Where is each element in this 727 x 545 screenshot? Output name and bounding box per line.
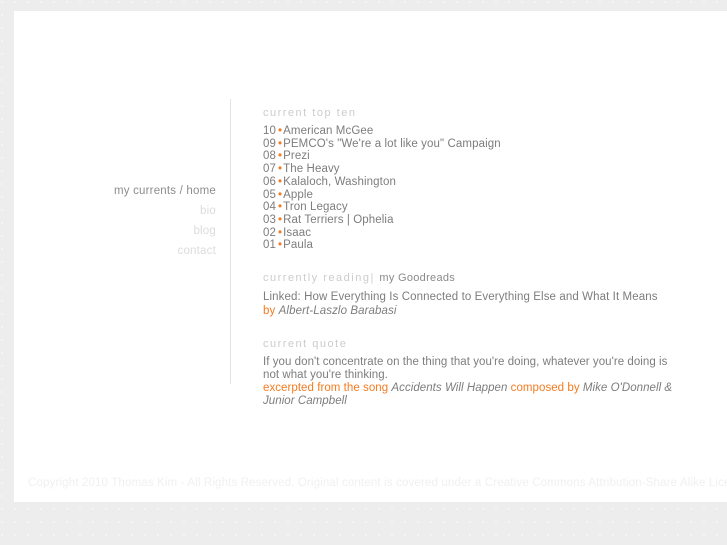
top-ten-list: 10 •American McGee 09 •PEMCO's "We're a lo…: [263, 125, 693, 252]
book-author-name: Albert-Laszlo Barabasi: [278, 305, 397, 318]
sidebar-item-home[interactable]: my currents / home: [54, 181, 216, 201]
sidebar-item-contact[interactable]: contact: [54, 241, 216, 261]
list-item: 02 •Isaac: [263, 227, 693, 240]
quote-credit-middle: composed by: [510, 381, 580, 394]
list-item-title: Prezi: [283, 150, 310, 163]
section-current-quote: current quote If you don't concentrate o…: [263, 337, 693, 408]
list-item-rank: 07: [263, 163, 276, 176]
list-item: 10 •American McGee: [263, 125, 693, 138]
list-item: 03 •Rat Terriers | Ophelia: [263, 214, 693, 227]
list-item-rank: 08: [263, 150, 276, 163]
vertical-divider: [230, 99, 231, 384]
footer-copyright: Copyright 2010 Thomas Kim - All Rights R…: [28, 477, 727, 489]
book-author-line: by Albert-Laszlo Barabasi: [263, 304, 693, 318]
quote-work-title: Accidents Will Happen: [391, 381, 508, 394]
list-item-rank: 09: [263, 137, 276, 150]
list-item-title: Apple: [283, 188, 314, 201]
quote-text: If you don't concentrate on the thing th…: [263, 356, 668, 381]
sidebar-item-blog[interactable]: blog: [54, 221, 216, 241]
list-item: 08 •Prezi: [263, 150, 693, 163]
list-item: 05 •Apple: [263, 189, 693, 202]
list-item-title: Paula: [283, 239, 314, 252]
sidebar-item-bio[interactable]: bio: [54, 201, 216, 221]
list-item-rank: 01: [263, 239, 276, 252]
list-item-rank: 03: [263, 213, 276, 226]
list-item: 09 •PEMCO's "We're a lot like you" Campai…: [263, 138, 693, 151]
book-title: Linked: How Everything Is Connected to E…: [263, 291, 658, 304]
quote-credit: excerpted from the song Accidents Will H…: [263, 382, 675, 408]
section-heading-current-quote: current quote: [263, 338, 348, 351]
main-navigation: my currents / home bio blog contact: [54, 181, 216, 261]
list-item-title: The Heavy: [283, 163, 340, 176]
section-heading-label: currently reading: [263, 272, 371, 285]
section-heading-top-ten: current top ten: [263, 107, 357, 119]
list-item-title: Rat Terriers | Ophelia: [283, 213, 394, 226]
list-item-title: Tron Legacy: [283, 201, 348, 214]
list-item: 01 •Paula: [263, 239, 693, 252]
list-item: 06 •Kalaloch, Washington: [263, 176, 693, 189]
list-item: 07 •The Heavy: [263, 163, 693, 176]
list-item-rank: 04: [263, 201, 276, 214]
list-item-rank: 05: [263, 188, 276, 201]
list-item-rank: 02: [263, 226, 276, 239]
list-item: 04 •Tron Legacy: [263, 201, 693, 214]
heading-separator: |: [370, 272, 375, 285]
main-content: current top ten 10 •American McGee 09 •PEM…: [263, 106, 693, 427]
list-item-rank: 10: [263, 125, 276, 137]
list-item-title: Kalaloch, Washington: [283, 175, 396, 188]
list-item-title: Isaac: [283, 226, 312, 239]
section-heading-currently-reading: currently reading| my Goodreads: [263, 271, 693, 286]
list-item-title: American McGee: [283, 125, 374, 137]
section-current-top-ten: current top ten 10 •American McGee 09 •PEM…: [263, 106, 693, 252]
section-currently-reading: currently reading| my Goodreads Linked: …: [263, 271, 693, 318]
content-card: my currents / home bio blog contact curr…: [14, 11, 727, 502]
list-item-rank: 06: [263, 175, 276, 188]
goodreads-link[interactable]: my Goodreads: [379, 272, 455, 284]
by-label: by: [263, 305, 276, 318]
quote-credit-prefix: excerpted from the song: [263, 381, 389, 394]
list-item-title: PEMCO's "We're a lot like you" Campaign: [283, 137, 501, 150]
